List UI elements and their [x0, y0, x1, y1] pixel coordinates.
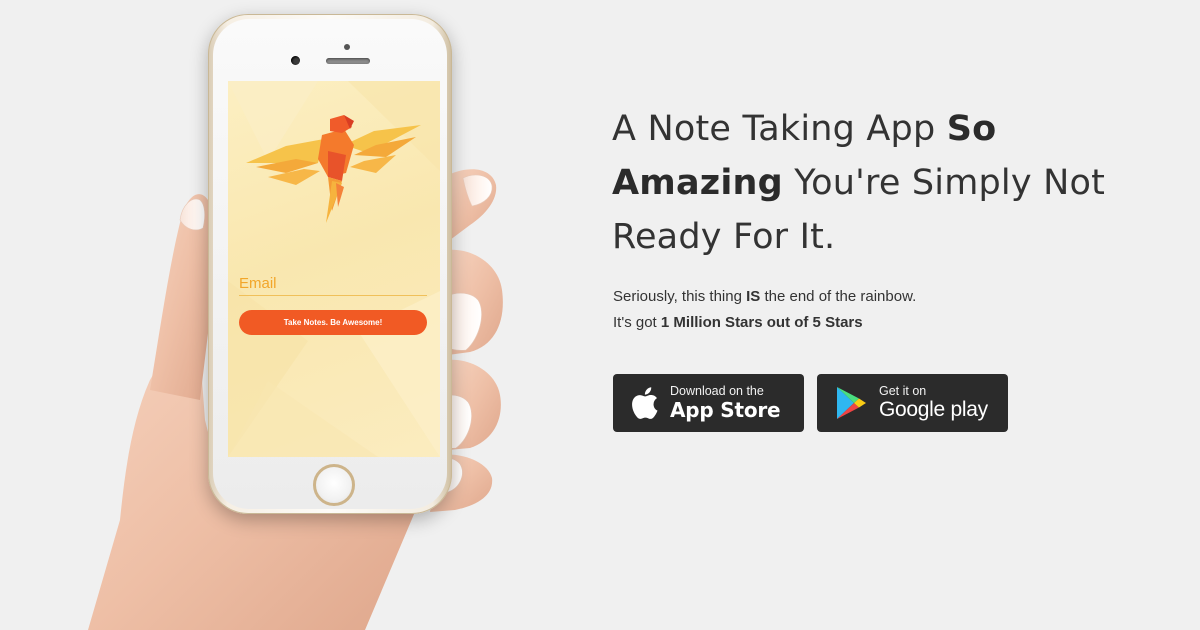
phone-front: Take Notes. Be Awesome!	[213, 19, 447, 509]
google-play-button[interactable]: Get it on Google play	[817, 374, 1008, 432]
subtext-line-2: It's got 1 Million Stars out of 5 Stars	[613, 310, 1173, 336]
subtext-line-1-end: the end of the rainbow.	[760, 288, 917, 305]
subtext-line-2-emphasis: 1 Million Stars out of 5 Stars	[660, 314, 863, 331]
proximity-sensor	[344, 44, 350, 50]
email-input[interactable]	[239, 272, 427, 296]
take-notes-button[interactable]: Take Notes. Be Awesome!	[239, 310, 427, 335]
phone-screen: Take Notes. Be Awesome!	[228, 81, 440, 457]
app-store-button[interactable]: Download on the App Store	[613, 374, 804, 432]
google-play-icon	[833, 386, 869, 420]
apple-icon	[628, 386, 660, 420]
phone-mockup: Take Notes. Be Awesome!	[208, 14, 452, 514]
parrot-logo	[246, 115, 421, 223]
front-camera	[291, 56, 300, 65]
google-play-small-label: Get it on	[879, 384, 927, 398]
subtext-line-2-start: It's got	[613, 314, 661, 331]
home-button[interactable]	[313, 464, 355, 506]
hero-headline: A Note Taking App So Amazing You're Simp…	[612, 102, 1172, 264]
google-play-label: Google play	[879, 398, 988, 421]
earpiece-speaker	[326, 58, 370, 64]
hero-subtext: Seriously, this thing IS the end of the …	[613, 284, 1173, 336]
app-store-label: App Store	[670, 398, 781, 422]
headline-text: A Note Taking App	[612, 109, 947, 149]
subtext-line-1-emphasis: IS	[746, 288, 761, 305]
app-store-small-label: Download on the	[670, 384, 764, 398]
subtext-line-1: Seriously, this thing IS the end of the …	[613, 284, 1173, 310]
subtext-line-1-start: Seriously, this thing	[613, 288, 747, 305]
